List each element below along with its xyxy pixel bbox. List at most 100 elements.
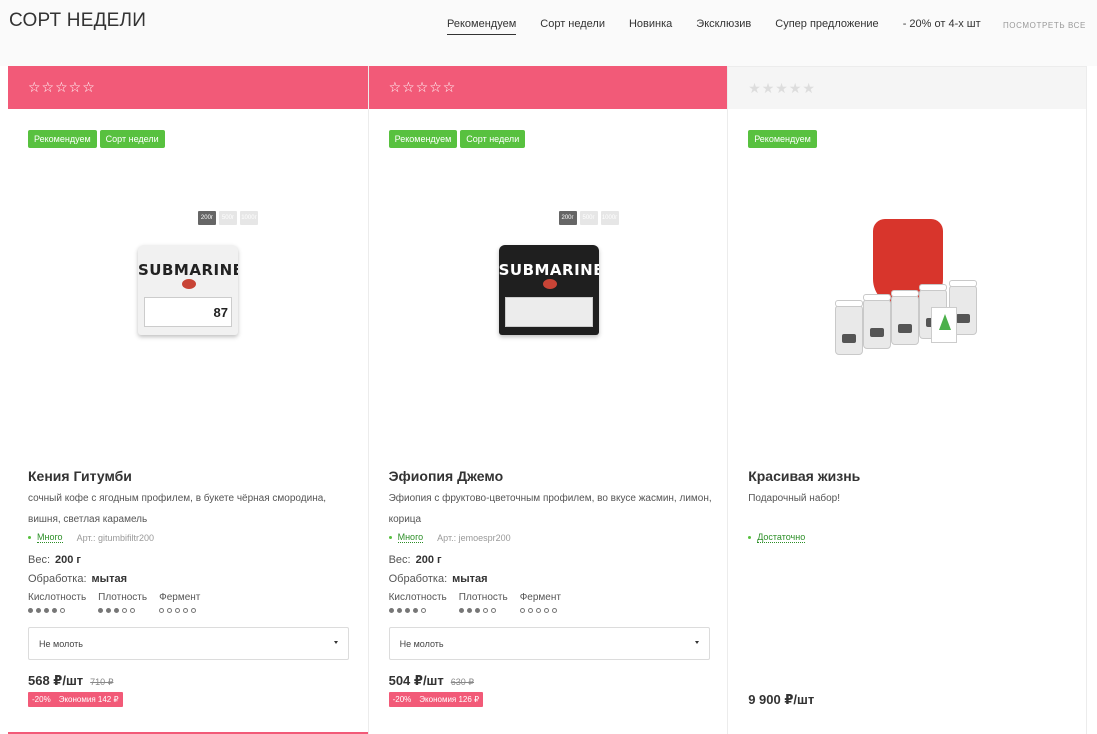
jar-lid bbox=[835, 300, 864, 307]
old-price: 630 ₽ bbox=[450, 677, 475, 687]
product-card[interactable]: ☆☆☆☆☆ Рекомендуем Сорт недели 200г 500г … bbox=[367, 66, 728, 734]
scale-label: Плотность bbox=[98, 592, 148, 603]
coffee-pack-image: SUBMARINE 87 bbox=[138, 245, 238, 335]
gift-jar bbox=[863, 294, 892, 349]
economy-amount: Экономия 126 ₽ bbox=[419, 695, 480, 704]
gift-jar bbox=[835, 300, 864, 355]
price-row: 504 ₽/шт 630 ₽ bbox=[389, 673, 474, 689]
gift-set-image bbox=[829, 215, 987, 365]
stock-status: Достаточно bbox=[757, 532, 806, 543]
badge-recommended: Рекомендуем bbox=[28, 130, 97, 148]
scale-dot bbox=[388, 608, 394, 613]
grind-select[interactable]: Не молоть bbox=[28, 627, 349, 660]
economy-amount: Экономия 142 ₽ bbox=[58, 695, 119, 704]
stock-dot-icon bbox=[388, 536, 392, 539]
grind-select[interactable]: Не молоть bbox=[388, 627, 710, 660]
product-image[interactable] bbox=[828, 214, 988, 366]
chevron-down-icon bbox=[334, 641, 338, 644]
scale-dot bbox=[466, 608, 472, 613]
scale-dot bbox=[396, 608, 402, 613]
section-title: СОРТ НЕДЕЛИ bbox=[9, 10, 147, 31]
scale-dot bbox=[519, 608, 525, 613]
scale-dot bbox=[52, 608, 57, 613]
price: 9 900 ₽/шт bbox=[748, 692, 815, 707]
tree-icon bbox=[939, 314, 952, 330]
filter-tabs: Рекомендуем Сорт недели Новинка Эксклюзи… bbox=[447, 18, 1005, 35]
scale-dot bbox=[482, 608, 488, 613]
scale-dot bbox=[551, 608, 557, 613]
tab-super-offer[interactable]: Супер предложение bbox=[775, 18, 878, 35]
pack-brand: SUBMARINE bbox=[138, 261, 238, 279]
processing-label: Обработка: bbox=[28, 573, 87, 585]
gift-card bbox=[931, 307, 958, 343]
stock-status: Много bbox=[37, 532, 63, 543]
scale-dot bbox=[420, 608, 426, 613]
card-header: ★★★★★ bbox=[728, 66, 1086, 109]
weight-label: Вес: bbox=[28, 554, 51, 566]
discount-badge: -20% Экономия 142 ₽ bbox=[28, 692, 123, 707]
tab-recommended[interactable]: Рекомендуем bbox=[447, 18, 517, 35]
scale-dots bbox=[519, 608, 561, 613]
tab-exclusive[interactable]: Эксклюзив bbox=[696, 18, 751, 35]
scale-label: Кислотность bbox=[28, 592, 87, 603]
scale-dot bbox=[412, 608, 418, 613]
weight-property: Вес: 200 г bbox=[28, 554, 81, 566]
badge-recommended: Рекомендуем bbox=[748, 130, 817, 148]
processing-value: мытая bbox=[91, 573, 128, 585]
scale-label: Фермент bbox=[159, 592, 201, 603]
taste-scales: Кислотность Плотность Фермент bbox=[28, 592, 212, 613]
scale-dot bbox=[44, 608, 49, 613]
jar-lid bbox=[919, 284, 948, 291]
product-image[interactable]: SUBMARINE 87 bbox=[108, 214, 268, 366]
tab-discount-4[interactable]: - 20% от 4-х шт bbox=[903, 18, 981, 35]
product-card[interactable]: ★★★★★ Рекомендуем Красивая жизнь Подароч… bbox=[727, 66, 1087, 734]
stock-dot-icon bbox=[28, 536, 31, 539]
product-name[interactable]: Кения Гитумби bbox=[28, 468, 132, 484]
processing-value: мытая bbox=[452, 573, 488, 585]
density-scale: Плотность bbox=[98, 592, 147, 613]
view-all-link[interactable]: посмотреть все bbox=[1003, 21, 1086, 30]
scale-dot bbox=[404, 608, 410, 613]
product-description: Эфиопия с фруктово-цветочным профилем, в… bbox=[388, 493, 712, 525]
jar-lid bbox=[863, 294, 892, 301]
scale-label: Кислотность bbox=[388, 592, 447, 603]
scale-dot bbox=[183, 608, 189, 613]
badge-group: Рекомендуем Сорт недели bbox=[28, 130, 168, 148]
scale-dot bbox=[474, 608, 480, 613]
grind-value: Не молоть bbox=[399, 639, 444, 649]
scale-dot bbox=[159, 608, 165, 613]
pack-illustration bbox=[542, 279, 557, 289]
jar-lid bbox=[949, 280, 978, 287]
scale-dot bbox=[458, 608, 464, 613]
product-name[interactable]: Эфиопия Джемо bbox=[389, 468, 504, 484]
processing-property: Обработка: мытая bbox=[28, 573, 127, 585]
scale-dot bbox=[36, 608, 41, 613]
product-name[interactable]: Красивая жизнь bbox=[748, 468, 860, 484]
scale-dots bbox=[28, 608, 86, 613]
card-header: ☆☆☆☆☆ bbox=[8, 66, 368, 109]
badge-variety-of-week: Сорт недели bbox=[99, 130, 165, 148]
pack-illustration bbox=[182, 279, 196, 289]
scale-dot bbox=[175, 608, 181, 613]
product-image[interactable]: SUBMARINE bbox=[469, 214, 629, 366]
coffee-pack-image: SUBMARINE bbox=[498, 245, 599, 335]
density-scale: Плотность bbox=[458, 592, 508, 613]
taste-scales: Кислотность Плотность Фермент bbox=[388, 592, 573, 613]
tab-variety-of-week[interactable]: Сорт недели bbox=[540, 18, 605, 35]
discount-percent: -20% bbox=[392, 695, 412, 704]
rating-stars[interactable]: ☆☆☆☆☆ bbox=[389, 80, 728, 94]
scale-dot bbox=[167, 608, 173, 613]
product-card[interactable]: ☆☆☆☆☆ Рекомендуем Сорт недели 200г 500г … bbox=[8, 66, 368, 734]
rating-stars[interactable]: ☆☆☆☆☆ bbox=[28, 80, 368, 94]
badge-recommended: Рекомендуем bbox=[388, 130, 458, 148]
tab-new[interactable]: Новинка bbox=[629, 18, 672, 35]
stock-dot-icon bbox=[748, 536, 752, 539]
pack-label bbox=[504, 297, 593, 327]
rating-stars[interactable]: ★★★★★ bbox=[748, 81, 1086, 95]
scale-dot bbox=[490, 608, 496, 613]
discount-badge: -20% Экономия 126 ₽ bbox=[388, 692, 484, 707]
scale-dot bbox=[28, 608, 33, 613]
scale-dot bbox=[106, 608, 112, 613]
scale-dot bbox=[60, 608, 65, 613]
product-description: сочный кофе с ягодным профилем, в букете… bbox=[28, 493, 327, 525]
